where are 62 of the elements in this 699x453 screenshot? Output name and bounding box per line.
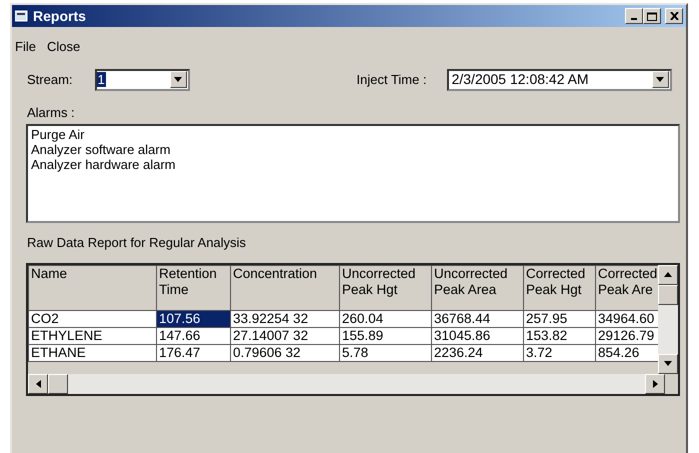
menu-item[interactable]: File (12, 37, 44, 56)
table-cell[interactable]: 176.47 (156, 344, 230, 361)
table-cell[interactable]: 257.95 (524, 310, 596, 327)
table-cell[interactable]: CO2 (28, 310, 156, 327)
scroll-up-button[interactable] (658, 264, 678, 284)
window-title: Reports (33, 6, 86, 26)
up-arrow-icon (664, 272, 672, 277)
table-cell[interactable]: 5.78 (340, 344, 432, 361)
table-cell[interactable]: 147.66 (156, 327, 230, 344)
scroll-down-button[interactable] (658, 354, 678, 374)
column-header[interactable]: Uncorrected Peak Hgt (340, 265, 432, 310)
table-cell[interactable]: 260.04 (340, 310, 432, 327)
field-label: Stream: (27, 70, 73, 89)
column-header[interactable]: Corrected Peak Hgt (524, 265, 596, 310)
minimize-button[interactable] (625, 8, 643, 24)
table-cell[interactable]: 2236.24 (432, 344, 524, 361)
maximize-button[interactable] (643, 8, 661, 24)
dropdown-button[interactable] (170, 71, 187, 88)
alarm-item: Analyzer hardware alarm (31, 157, 177, 172)
left-arrow-icon (36, 380, 40, 388)
section-label: Raw Data Report for Regular Analysis (27, 234, 247, 252)
alarm-item: Analyzer software alarm (31, 142, 172, 157)
table-cell[interactable]: 3.72 (524, 344, 596, 361)
dropdown-button[interactable] (652, 71, 669, 88)
table-cell[interactable]: ETHANE (28, 344, 156, 361)
horizontal-scrollbar[interactable] (28, 374, 665, 394)
scroll-right-button[interactable] (645, 374, 665, 394)
table-cell[interactable]: 155.89 (340, 327, 432, 344)
scroll-left-button[interactable] (28, 374, 48, 394)
inject-time-dropdown[interactable]: 2/3/2005 12:08:42 AM (446, 68, 672, 90)
scroll-thumb[interactable] (48, 374, 68, 394)
caret-icon (174, 77, 182, 82)
scroll-thumb[interactable] (658, 284, 678, 304)
table-cell[interactable]: ETHYLENE (28, 327, 156, 344)
caret-icon (656, 77, 664, 82)
column-header[interactable]: Concentration (230, 265, 340, 310)
alarm-item: Purge Air (31, 127, 86, 142)
table-cell[interactable]: 34964.60 (596, 310, 658, 327)
maximize-icon (647, 12, 657, 20)
vertical-scrollbar[interactable] (658, 264, 678, 374)
field-label: Inject Time : (356, 70, 427, 89)
table-cell[interactable]: 107.56 (156, 310, 230, 327)
table-cell[interactable]: 33.92254 32 (230, 310, 340, 327)
column-header[interactable]: Name (28, 265, 156, 310)
stream-dropdown[interactable]: 1 (94, 68, 190, 90)
column-header[interactable]: Uncorrected Peak Area (432, 265, 524, 310)
table-cell[interactable]: 36768.44 (432, 310, 524, 327)
column-header[interactable]: Retention Time (156, 265, 230, 310)
table-cell[interactable]: 31045.86 (432, 327, 524, 344)
table-cell[interactable]: 0.79606 32 (230, 344, 340, 361)
column-header[interactable]: Corrected Peak Are (596, 265, 658, 310)
window-icon (15, 10, 29, 22)
close-icon (670, 12, 678, 20)
table-cell[interactable]: 27.14007 32 (230, 327, 340, 344)
section-label: Alarms : (27, 104, 76, 122)
close-button[interactable] (665, 8, 683, 24)
down-arrow-icon (664, 361, 672, 366)
table-cell[interactable]: 854.26 (596, 344, 658, 361)
menu-item[interactable]: Close (44, 37, 88, 56)
table-cell[interactable]: 153.82 (524, 327, 596, 344)
right-arrow-icon (652, 380, 658, 388)
table-cell[interactable]: 29126.79 (596, 327, 658, 344)
